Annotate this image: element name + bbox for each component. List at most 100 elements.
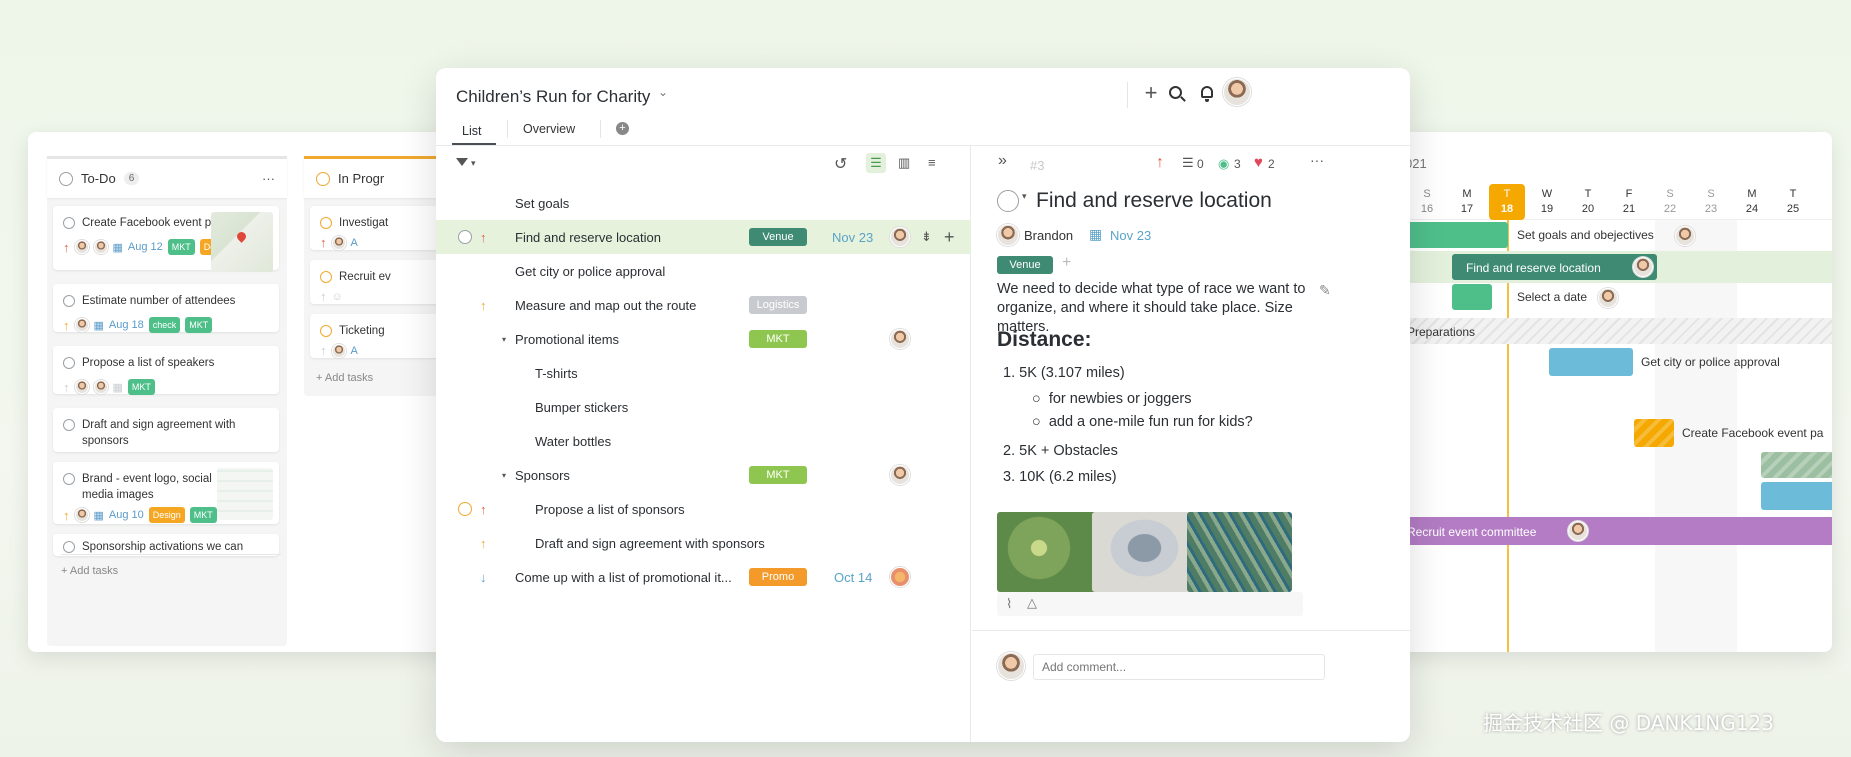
checkbox-circle-icon[interactable] [63, 217, 75, 229]
heart-icon[interactable]: ♥ [1254, 154, 1263, 171]
list-row[interactable]: ↑ Propose a list of sponsors [436, 492, 971, 526]
filter-icon[interactable] [456, 158, 468, 166]
add-task-label: Add tasks [69, 565, 119, 577]
day-column-today[interactable]: T 18 [1489, 184, 1525, 220]
list-row[interactable]: T-shirts [436, 356, 971, 390]
subtask-icon[interactable]: ⇟ [921, 229, 932, 245]
add-tab-icon[interactable]: + [616, 122, 629, 135]
list-row[interactable]: ↓ Come up with a list of promotional it.… [436, 560, 971, 594]
checkbox-circle-icon[interactable] [320, 217, 332, 229]
refresh-icon[interactable]: ↺ [834, 154, 847, 174]
task-detail-title[interactable]: Find and reserve location [1036, 189, 1272, 213]
list-view-icon[interactable]: ☰ [866, 153, 886, 173]
caret-down-icon[interactable]: ▾ [502, 471, 506, 480]
status-circle-icon[interactable] [59, 171, 73, 186]
task-title: Come up with a list of promotional it... [515, 569, 732, 585]
card-title: Ticketing [339, 325, 385, 337]
plus-icon: + [61, 565, 70, 577]
list-row[interactable]: ▾ Promotional items MKT [436, 322, 971, 356]
caret-down-icon[interactable]: ▾ [502, 335, 506, 344]
subtasks-icon[interactable]: ☰ [1182, 155, 1194, 171]
day-column: T 25 [1786, 188, 1800, 215]
column-menu-icon[interactable]: ··· [262, 171, 275, 186]
attachment-image[interactable] [1187, 512, 1292, 592]
add-task-button[interactable]: + Add tasks [316, 372, 373, 384]
due-date[interactable]: Oct 14 [834, 570, 872, 585]
list-row[interactable]: Set goals [436, 186, 971, 220]
tag-badge: check [148, 317, 181, 333]
list-row[interactable]: ↑ Measure and map out the route Logistic… [436, 288, 971, 322]
priority-high-icon[interactable]: ↑ [1156, 154, 1164, 172]
gantt-bar[interactable] [1549, 348, 1633, 376]
project-title[interactable]: Children’s Run for Charity [456, 87, 650, 107]
checkbox-circle-icon[interactable] [458, 230, 472, 244]
chevron-down-icon[interactable]: ▾ [471, 158, 476, 169]
list-row[interactable]: Get city or police approval [436, 254, 971, 288]
add-tag-icon[interactable]: + [1062, 254, 1071, 272]
list-row[interactable]: Water bottles [436, 424, 971, 458]
gantt-bar[interactable] [1634, 419, 1674, 447]
list-row[interactable]: Bumper stickers [436, 390, 971, 424]
priority-low-icon: ↑ [320, 289, 327, 304]
eye-icon[interactable]: ◉ [1218, 156, 1229, 172]
add-icon[interactable]: + [944, 227, 955, 248]
gantt-view-icon[interactable]: ≡ [928, 155, 936, 170]
list-row[interactable]: ▾ Sponsors MKT [436, 458, 971, 492]
gantt-bar[interactable] [1395, 222, 1508, 248]
attachment-image[interactable] [1092, 512, 1197, 592]
gantt-bar[interactable]: Find and reserve location [1452, 254, 1657, 280]
list-row-selected[interactable]: ↑ Find and reserve location Venue Nov 23… [436, 220, 971, 254]
priority-low-icon: ↑ [63, 379, 70, 395]
board-view-icon[interactable]: ▥ [898, 155, 910, 171]
board-card[interactable]: Propose a list of speakers ↑ ▦ MKT [53, 346, 279, 395]
bell-icon[interactable] [1201, 86, 1213, 98]
assignee-name[interactable]: Brandon [1024, 228, 1073, 243]
tab-overview[interactable]: Overview [523, 122, 575, 136]
board-card[interactable]: Brand - event logo, social media images … [53, 462, 279, 524]
chevron-down-icon[interactable]: ⌄ [658, 85, 668, 99]
assignee-avatar[interactable] [997, 224, 1019, 246]
status-circle-icon[interactable] [458, 502, 472, 516]
checkbox-circle-icon[interactable] [63, 419, 75, 431]
status-circle-icon[interactable] [316, 171, 330, 186]
gantt-bar[interactable] [1452, 284, 1492, 310]
gantt-bar[interactable]: Recruit event committee [1395, 517, 1832, 545]
comment-input[interactable] [1033, 654, 1325, 680]
checkbox-circle-icon[interactable] [320, 325, 332, 337]
checkbox-circle-icon[interactable] [63, 473, 75, 485]
gantt-bar[interactable] [1761, 452, 1832, 478]
drive-icon[interactable]: △ [1027, 595, 1037, 611]
board-card[interactable]: Create Facebook event page ↑▦Aug 12MKTDe… [53, 206, 279, 272]
tab-list[interactable]: List [462, 124, 481, 138]
gantt-group-bar[interactable]: Preparations [1395, 318, 1832, 344]
board-card[interactable]: Sponsorship activations we can offer [53, 534, 279, 556]
card-title: Brand - event logo, social media images [82, 473, 212, 501]
priority-high-icon: ↑ [480, 229, 487, 245]
tag-badge[interactable]: Venue [997, 256, 1053, 274]
priority-low-icon: ↑ [320, 343, 327, 358]
collapse-panel-icon[interactable]: » [998, 152, 1007, 170]
list-row[interactable]: ↑ Draft and sign agreement with sponsors [436, 526, 971, 560]
checkbox-circle-icon[interactable] [63, 295, 75, 307]
due-date[interactable]: Nov 23 [832, 230, 873, 245]
attachment-image[interactable] [997, 512, 1102, 592]
user-avatar[interactable] [1223, 78, 1251, 106]
checkbox-circle-icon[interactable] [320, 271, 332, 283]
board-card[interactable]: Draft and sign agreement with sponsors [53, 408, 279, 452]
more-menu-icon[interactable]: ··· [1310, 152, 1324, 168]
checkbox-circle-icon[interactable] [63, 541, 75, 553]
edit-pencil-icon[interactable]: ✎ [1319, 282, 1331, 299]
card-title: Investigat [339, 217, 389, 229]
complete-circle-icon[interactable] [997, 190, 1019, 212]
gantt-bar[interactable] [1761, 482, 1832, 510]
paperclip-icon[interactable]: ⌇ [1006, 596, 1012, 612]
add-task-button[interactable]: + Add tasks [61, 554, 281, 577]
detail-pane: » #3 ↑ ☰ 0 ◉ 3 ♥ 2 ··· ▾ Find and reserv… [972, 146, 1410, 742]
add-icon[interactable]: + [1140, 80, 1162, 105]
tab-active-underline [452, 143, 496, 145]
chevron-down-icon[interactable]: ▾ [1022, 191, 1027, 202]
board-card[interactable]: Estimate number of attendees ↑ ▦ Aug 18 che… [53, 284, 279, 333]
project-header: Children’s Run for Charity ⌄ + [436, 68, 1410, 116]
checkbox-circle-icon[interactable] [63, 357, 75, 369]
due-date[interactable]: Nov 23 [1110, 228, 1151, 243]
